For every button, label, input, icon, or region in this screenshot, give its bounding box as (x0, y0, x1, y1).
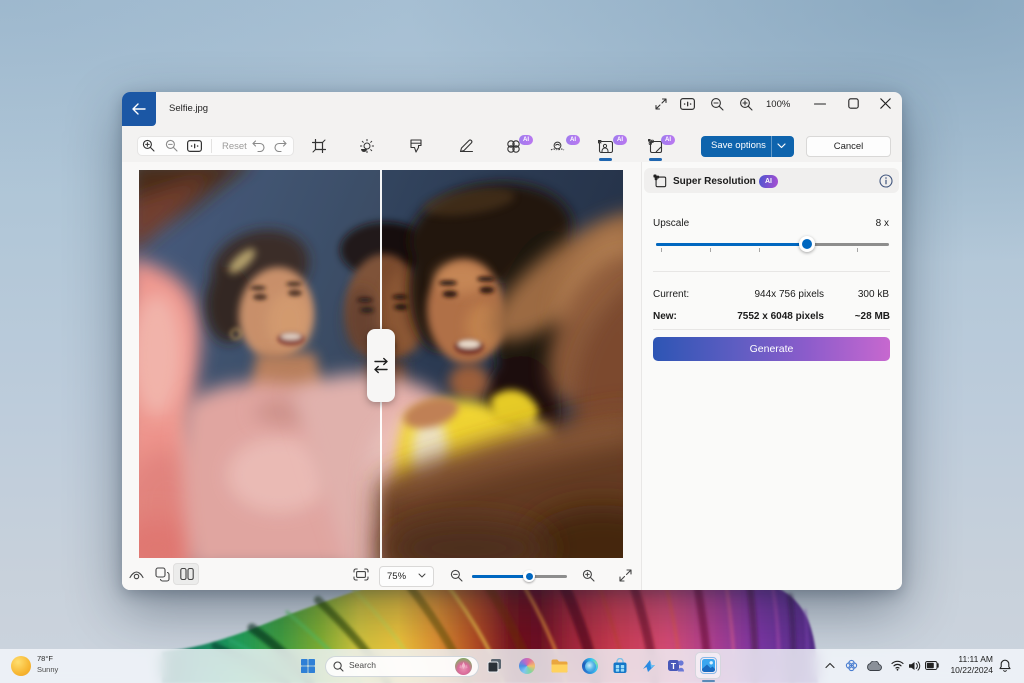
svg-text:T: T (671, 661, 677, 671)
